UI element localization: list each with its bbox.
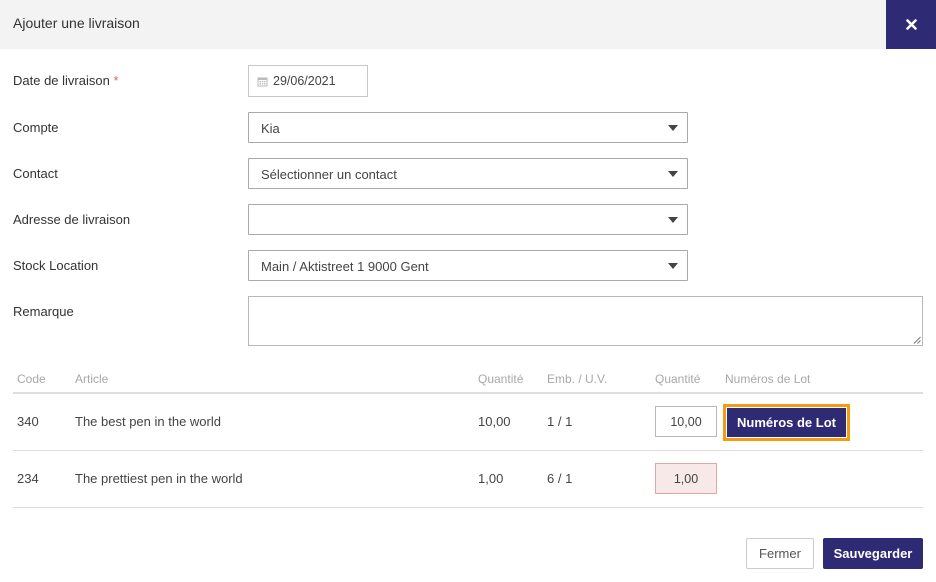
- modal-header: Ajouter une livraison: [0, 0, 936, 49]
- account-label: Compte: [13, 120, 59, 135]
- column-header-quantity: Quantité: [478, 372, 524, 386]
- remark-textarea[interactable]: [248, 296, 923, 346]
- row-article: The best pen in the world: [75, 414, 221, 429]
- quantity-input-error[interactable]: 1,00: [655, 463, 717, 494]
- table-header-divider: [13, 392, 923, 394]
- account-value: Kia: [261, 121, 280, 136]
- row-code: 340: [17, 414, 39, 429]
- quantity-input[interactable]: 10,00: [655, 406, 717, 437]
- required-mark: *: [113, 73, 119, 88]
- delivery-address-label: Adresse de livraison: [13, 212, 131, 227]
- row-quantity: 10,00: [478, 414, 511, 429]
- delivery-date-field[interactable]: 29/06/2021: [248, 65, 368, 97]
- column-header-quantity-input: Quantité: [655, 372, 701, 386]
- contact-select[interactable]: Sélectionner un contact: [248, 158, 688, 189]
- row-divider: [13, 507, 923, 508]
- delivery-date-label: Date de livraison *: [13, 73, 119, 88]
- row-packaging: 6 / 1: [547, 471, 573, 486]
- close-modal-button[interactable]: Fermer: [746, 538, 814, 569]
- lot-numbers-button[interactable]: Numéros de Lot: [726, 407, 847, 438]
- lot-button-highlight: Numéros de Lot: [723, 404, 850, 441]
- row-quantity: 1,00: [478, 471, 504, 486]
- resize-grip-icon[interactable]: [913, 336, 921, 344]
- contact-label: Contact: [13, 166, 58, 181]
- remark-label: Remarque: [13, 304, 74, 319]
- row-code: 234: [17, 471, 39, 486]
- row-packaging: 1 / 1: [547, 414, 573, 429]
- column-header-packaging: Emb. / U.V.: [547, 372, 608, 386]
- row-divider: [13, 450, 923, 451]
- chevron-down-icon: [668, 217, 678, 223]
- save-button[interactable]: Sauvegarder: [823, 538, 923, 569]
- stock-location-label: Stock Location: [13, 258, 99, 273]
- close-icon: [905, 19, 917, 30]
- calendar-icon: [257, 76, 268, 87]
- chevron-down-icon: [668, 171, 678, 177]
- row-article: The prettiest pen in the world: [75, 471, 243, 486]
- delivery-address-select[interactable]: [248, 204, 688, 235]
- chevron-down-icon: [668, 125, 678, 131]
- close-button[interactable]: [886, 0, 936, 49]
- contact-value: Sélectionner un contact: [261, 167, 397, 182]
- column-header-article: Article: [75, 372, 109, 386]
- account-select[interactable]: Kia: [248, 112, 688, 143]
- stock-location-value: Main / Aktistreet 1 9000 Gent: [261, 259, 429, 274]
- column-header-lot-numbers: Numéros de Lot: [725, 372, 811, 386]
- delivery-date-value: 29/06/2021: [273, 74, 336, 88]
- modal-title: Ajouter une livraison: [13, 15, 140, 31]
- stock-location-select[interactable]: Main / Aktistreet 1 9000 Gent: [248, 250, 688, 281]
- chevron-down-icon: [668, 263, 678, 269]
- column-header-code: Code: [17, 372, 46, 386]
